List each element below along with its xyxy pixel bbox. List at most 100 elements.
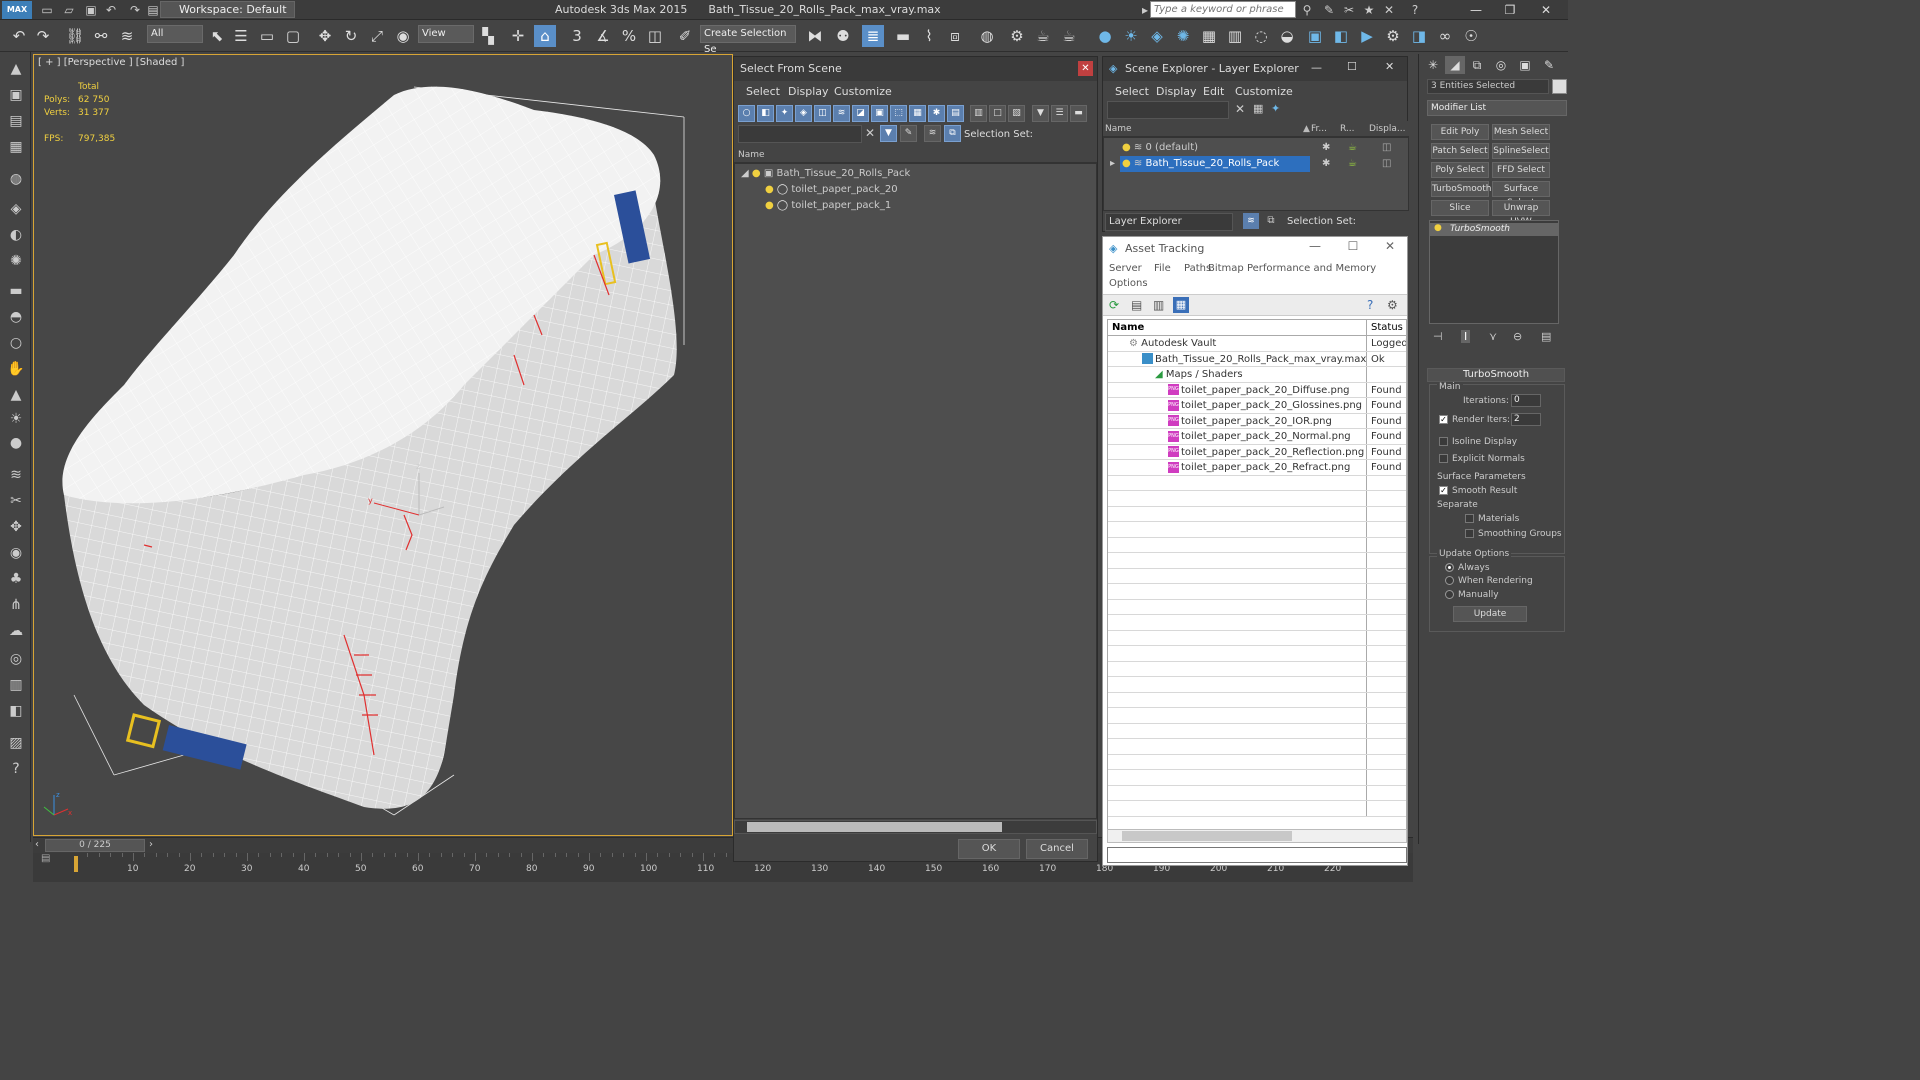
favorites-icon[interactable]: ★ [1362,3,1376,17]
camera-icon[interactable]: ◈ [5,198,27,220]
new-file-icon[interactable]: ▭ [40,3,54,17]
close-icon[interactable]: ✕ [1385,60,1394,73]
smoothing-groups-checkbox[interactable]: Smoothing Groups [1465,529,1562,539]
asset-row[interactable]: PNG toilet_paper_pack_20_Diffuse.png Found [1108,382,1406,398]
tools-icon[interactable]: ✎ [1322,3,1336,17]
display-containers-icon[interactable]: ▦ [909,105,926,122]
scene-explorer-icon[interactable]: ▤ [5,110,27,132]
asset-row[interactable]: PNG toilet_paper_pack_20_Normal.png Found [1108,429,1406,445]
select-all-icon[interactable]: ▥ [970,105,987,122]
vray-plane-icon[interactable]: ▥ [1224,25,1246,47]
sphere-icon[interactable]: ○ [5,332,27,354]
app-logo[interactable]: MAX [2,1,32,19]
dome-icon[interactable]: ◓ [5,306,27,328]
perspective-viewport[interactable]: [ + ] [Perspective ] [Shaded ] Total Pol… [33,54,733,836]
when-rendering-radio[interactable]: When Rendering [1445,576,1533,586]
layers-icon[interactable]: ≋ [924,125,941,142]
asset-row[interactable]: ⚙ Autodesk Vault Logged [1108,336,1406,352]
vray-camera-icon[interactable]: ◈ [1146,25,1168,47]
maximize-icon[interactable]: ☐ [1347,60,1357,73]
move-icon[interactable]: ✥ [314,25,336,47]
named-selection-dropdown[interactable]: Create Selection Se [700,25,796,55]
render-icon[interactable]: ☕ [1058,25,1080,47]
layer-row[interactable]: ▸ ● ≋ Bath_Tissue_20_Rolls_Pack ✱ ☕ ◫ [1104,156,1408,172]
freeze-icon[interactable]: ✱ [1322,156,1330,172]
light-bulb-icon[interactable]: ● [1122,142,1131,153]
display-lights-icon[interactable]: ✦ [776,105,793,122]
pivot-icon[interactable]: ▚ [477,25,499,47]
select-by-name-icon[interactable]: ☰ [230,25,252,47]
col-name-header[interactable]: Name [1108,322,1144,333]
isoline-checkbox[interactable]: Isoline Display [1439,437,1517,447]
spline-icon[interactable]: ≋ [5,464,27,486]
configure-sets-icon[interactable]: ▤ [1541,330,1551,343]
scene-tree-item[interactable]: ◢ ● ▣ Bath_Tissue_20_Rolls_Pack [735,166,1096,182]
asset-row[interactable]: PNG toilet_paper_pack_20_IOR.png Found [1108,413,1406,429]
orb-icon[interactable]: ● [5,432,27,454]
select-manipulate-icon[interactable]: ✛ [507,25,529,47]
freeze-icon[interactable]: ✱ [1322,140,1330,156]
graphite-icon[interactable]: ▬ [892,25,914,47]
tree-view-icon[interactable]: ▥ [1153,298,1164,312]
undo-icon[interactable]: ↶ [104,3,118,17]
rotate-icon[interactable]: ↻ [340,25,362,47]
menu-customize[interactable]: Customize [1235,85,1293,98]
edit-named-selection-icon[interactable]: ✐ [674,25,696,47]
menu-display[interactable]: Display [1156,85,1197,98]
schematic-view-icon[interactable]: ⧈ [944,25,966,47]
light-bulb-icon[interactable]: ● [1122,158,1131,169]
expand-icon[interactable]: ▸ [1110,156,1115,172]
rect-selection-icon[interactable]: ▭ [256,25,278,47]
close-icon[interactable]: ✕ [1380,239,1400,253]
vray-proxy-icon[interactable]: ▦ [1198,25,1220,47]
utilities-icon[interactable]: ▨ [5,732,27,754]
material-editor-icon[interactable]: ◍ [976,25,998,47]
render-setup-icon[interactable]: ⚙ [1006,25,1028,47]
list-view-icon[interactable]: ▤ [1131,298,1142,312]
find-case-icon[interactable]: ✎ [900,125,917,142]
rendered-frame-icon[interactable]: ☕ [1032,25,1054,47]
asset-row[interactable]: Bath_Tissue_20_Rolls_Pack_max_vray.max Ok [1108,351,1406,367]
hierarchy-tab-icon[interactable]: ⧉ [1467,56,1487,74]
modifier-button[interactable]: Unwrap UVW [1492,200,1550,227]
display-helpers-icon[interactable]: ◫ [814,105,831,122]
help-icon[interactable]: ? [5,758,27,780]
render-teapot-icon[interactable]: ☕ [1348,156,1357,172]
plant-icon[interactable]: ♣ [5,568,27,590]
angle-snap-icon[interactable]: ∡ [592,25,614,47]
asset-row[interactable]: PNG toilet_paper_pack_20_Reflection.png Fo… [1108,444,1406,460]
utilities-tab-icon[interactable]: ✎ [1539,56,1559,74]
col-status-header[interactable]: Status [1366,320,1406,335]
max-script-icon[interactable]: ◧ [5,700,27,722]
keyboard-shortcut-icon[interactable]: ⌂ [534,25,556,47]
mirror-icon[interactable]: ⧓ [804,25,826,47]
place-icon[interactable]: ◉ [392,25,414,47]
redo-icon[interactable]: ↷ [128,3,142,17]
select-none-icon[interactable]: □ [989,105,1006,122]
vray-toolbar-icon[interactable]: ◨ [1408,25,1430,47]
clear-search-icon[interactable]: ✕ [1235,102,1245,116]
remove-modifier-icon[interactable]: ⊖ [1513,330,1522,343]
table-view-icon[interactable]: ▦ [1173,297,1189,313]
next-frame-icon[interactable]: › [149,839,153,850]
make-unique-icon[interactable]: ⋎ [1489,330,1497,343]
link-icon[interactable]: ⛓ [64,25,86,47]
display-box-icon[interactable]: ◫ [1382,156,1391,172]
create-icon[interactable]: ▲ [5,58,27,80]
scene-tree-item[interactable]: ● ◯ toilet_paper_pack_20 [735,182,1096,198]
vray-dome-icon[interactable]: ◒ [1276,25,1298,47]
prev-frame-icon[interactable]: ‹ [35,839,39,850]
display-geometry-icon[interactable]: ○ [738,105,755,122]
display-hidden-icon[interactable]: ▤ [947,105,964,122]
menu-options[interactable]: Options [1109,278,1148,289]
snap-toggle-icon[interactable]: 3 [566,25,588,47]
display-tab-icon[interactable]: ▣ [1515,56,1535,74]
display-box-icon[interactable]: ◫ [1382,140,1391,156]
stack-bulb-icon[interactable]: ● [1434,223,1442,233]
close-icon[interactable]: ✕ [1078,61,1093,76]
binoculars-icon[interactable]: ⚲ [1300,3,1314,17]
particle-icon[interactable]: ✺ [5,250,27,272]
add-to-layer-icon[interactable]: ✦ [1271,102,1280,115]
explorer-mode-dropdown[interactable]: Layer Explorer [1105,213,1233,231]
refresh-icon[interactable]: ⟳ [1109,298,1119,312]
